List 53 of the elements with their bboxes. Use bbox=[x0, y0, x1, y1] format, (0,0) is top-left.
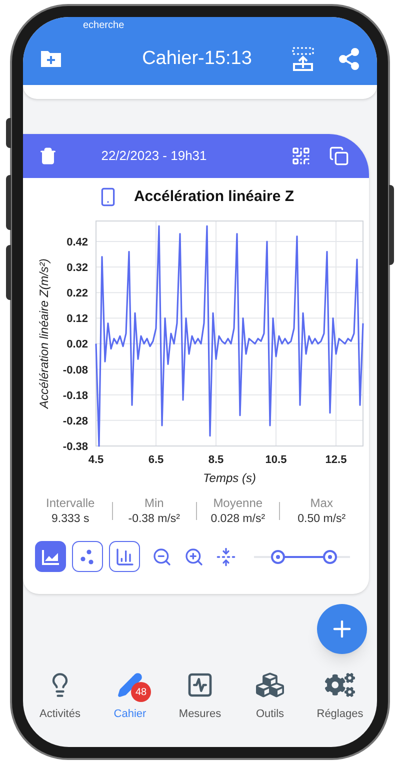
nav-tab[interactable]: Activités bbox=[25, 670, 95, 722]
nav-tab[interactable]: Réglages bbox=[305, 670, 375, 722]
axis-tick-label: -0.28 bbox=[62, 415, 88, 428]
axis-tick-label: 10.5 bbox=[265, 454, 287, 466]
axis-tick-label: 0.02 bbox=[66, 338, 88, 351]
axis-tick-label: 6.5 bbox=[148, 454, 164, 466]
axis-tick-label: 0.22 bbox=[66, 288, 88, 300]
axis-tick-label: 0.42 bbox=[66, 236, 88, 248]
count-badge: 48 bbox=[131, 682, 151, 702]
axis-tick-label: 12.5 bbox=[325, 454, 347, 466]
delete-icon[interactable] bbox=[39, 147, 57, 165]
stat-value: 0.50 m/s² bbox=[298, 512, 346, 527]
range-slider-icon[interactable] bbox=[254, 548, 350, 564]
add-button[interactable] bbox=[317, 604, 367, 654]
zoom-in-icon[interactable] bbox=[184, 546, 204, 566]
axis-tick-label: 0.32 bbox=[66, 262, 88, 274]
qr-code-icon[interactable] bbox=[291, 146, 311, 166]
status-text: echerche bbox=[82, 19, 126, 33]
stat-label: Intervalle bbox=[46, 495, 95, 511]
copy-icon[interactable] bbox=[329, 146, 349, 166]
cubes-icon bbox=[256, 671, 284, 699]
stat-value: -0.38 m/s² bbox=[128, 512, 180, 527]
axis-tick-label: -0.38 bbox=[62, 441, 88, 453]
bar-chart-icon bbox=[114, 546, 134, 566]
settings-icon bbox=[325, 670, 355, 700]
axis-tick-label: 0.12 bbox=[66, 313, 88, 326]
chart-type-button[interactable] bbox=[72, 541, 103, 572]
stat-value: 9.333 s bbox=[52, 512, 90, 527]
compress-icon[interactable] bbox=[216, 546, 236, 566]
chart-type-button[interactable] bbox=[35, 541, 66, 572]
share-icon[interactable] bbox=[337, 47, 361, 71]
nav-tab[interactable]: Outils bbox=[235, 670, 305, 722]
x-axis-title: Temps (s) bbox=[203, 471, 256, 485]
stat-label: Moyenne bbox=[213, 495, 263, 511]
entry-date: 22/2/2023 - 19h31 bbox=[100, 147, 208, 166]
axis-tick-label: -0.08 bbox=[62, 364, 88, 376]
monitor-pulse-icon bbox=[186, 671, 214, 699]
new-folder-icon[interactable] bbox=[39, 49, 63, 69]
line-chart-icon bbox=[40, 548, 60, 566]
stat-value: 0.028 m/s² bbox=[210, 512, 266, 527]
stat-label: Max bbox=[310, 495, 333, 511]
stat-label: Min bbox=[144, 495, 164, 511]
zoom-out-icon[interactable] bbox=[152, 546, 172, 566]
upload-tray-icon[interactable] bbox=[291, 46, 315, 72]
y-axis-title: Accélération linéaire Z(m/s²) bbox=[37, 258, 51, 409]
header-title: Cahier-15:13 bbox=[141, 46, 253, 71]
axis-tick-label: 4.5 bbox=[88, 454, 104, 466]
nav-tab[interactable]: 48 Cahier bbox=[95, 670, 165, 722]
nav-tab[interactable]: Mesures bbox=[165, 670, 235, 722]
chart-title: Accélération linéaire Z bbox=[134, 186, 294, 207]
chart-type-button[interactable] bbox=[109, 541, 140, 572]
axis-tick-label: 8.5 bbox=[208, 454, 224, 466]
axis-tick-label: -0.18 bbox=[62, 390, 88, 402]
